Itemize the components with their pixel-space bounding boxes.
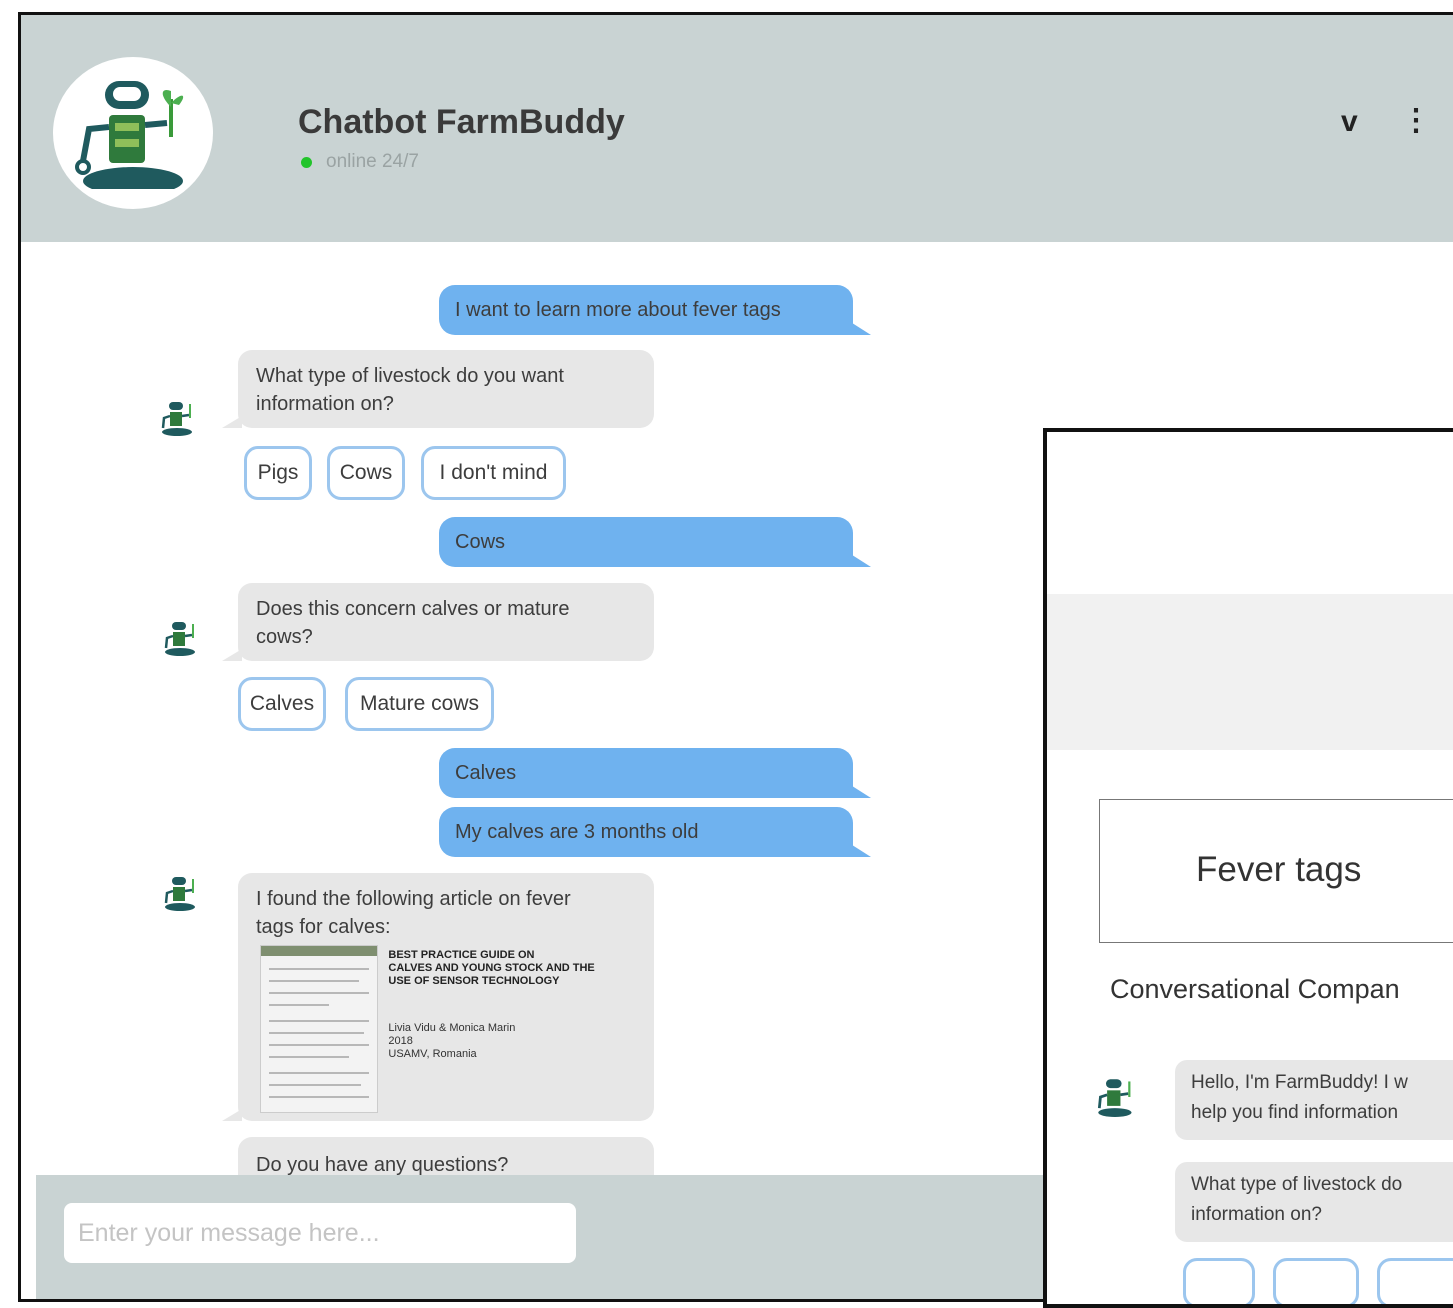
user-message: I want to learn more about fever tags <box>439 285 871 335</box>
message-text: What type of livestock do you want <box>256 365 564 387</box>
message-text: information on? <box>256 393 394 415</box>
quick-reply-dont-mind[interactable]: I don't mind <box>421 446 566 500</box>
message-text: My calves are 3 months old <box>455 820 699 843</box>
article-authors: Livia Vidu & Monica Marin <box>388 1022 516 1034</box>
user-message: My calves are 3 months old <box>439 807 871 857</box>
overlay-header-band <box>1047 594 1453 750</box>
bot-avatar-icon <box>161 402 192 436</box>
chat-header: Chatbot FarmBuddy online 24/7 v ⋮ <box>21 15 1453 242</box>
more-options-icon[interactable]: ⋮ <box>1401 103 1431 138</box>
bot-avatar-icon <box>164 877 195 911</box>
article-institution: USAMV, Romania <box>388 1048 477 1060</box>
bot-message: What type of livestock do information on… <box>1175 1162 1453 1242</box>
message-text: information on? <box>1191 1204 1322 1225</box>
quick-reply-mature-cows[interactable]: Mature cows <box>345 677 494 731</box>
message-input[interactable] <box>64 1203 576 1263</box>
article-meta: BEST PRACTICE GUIDE ON CALVES AND YOUNG … <box>388 945 635 1113</box>
message-text: cows? <box>256 626 313 648</box>
collapse-chevron-button[interactable]: v <box>1341 105 1358 139</box>
avatar <box>53 57 213 209</box>
message-text: tags for calves: <box>256 916 391 938</box>
quick-reply-chip[interactable] <box>1377 1258 1453 1304</box>
fever-tags-card[interactable]: Fever tags <box>1099 799 1453 943</box>
online-dot-icon <box>301 156 312 168</box>
bot-message: Hello, I'm FarmBuddy! I w help you find … <box>1175 1060 1453 1140</box>
quick-reply-pigs[interactable]: Pigs <box>244 446 312 500</box>
message-text: What type of livestock do <box>1191 1174 1403 1195</box>
article-year: 2018 <box>388 1035 413 1047</box>
message-text: I found the following article on fever <box>256 888 571 910</box>
bot-message-article: I found the following article on fever t… <box>222 873 654 1121</box>
overlay-screen: Fever tags Conversational Compan Hello, … <box>1043 428 1453 1308</box>
status-indicator: online 24/7 <box>301 151 419 173</box>
message-text: Does this concern calves or mature <box>256 598 570 620</box>
article-card[interactable]: BEST PRACTICE GUIDE ON CALVES AND YOUNG … <box>260 945 635 1113</box>
article-title: USE OF SENSOR TECHNOLOGY <box>388 975 560 987</box>
message-text: help you find information <box>1191 1102 1399 1123</box>
message-text: Cows <box>455 530 506 553</box>
message-text: I want to learn more about fever tags <box>455 298 781 321</box>
user-message: Cows <box>439 517 871 567</box>
article-title: CALVES AND YOUNG STOCK AND THE <box>388 962 595 974</box>
status-text: online 24/7 <box>326 151 419 172</box>
quick-reply-chip[interactable] <box>1183 1258 1255 1304</box>
article-thumbnail[interactable] <box>260 945 379 1113</box>
quick-reply-chip[interactable] <box>1273 1258 1359 1304</box>
fever-tags-title: Fever tags <box>1196 850 1362 889</box>
quick-reply-calves[interactable]: Calves <box>238 677 326 731</box>
robot-farmer-icon <box>75 81 184 189</box>
bot-avatar-icon <box>1097 1079 1132 1117</box>
quick-reply-cows[interactable]: Cows <box>327 446 405 500</box>
overlay-subtitle: Conversational Compan <box>1110 974 1400 1004</box>
bot-avatar-icon <box>164 622 195 656</box>
chat-title: Chatbot FarmBuddy <box>298 103 625 141</box>
bot-message: What type of livestock do you want infor… <box>222 350 654 428</box>
message-text: Hello, I'm FarmBuddy! I w <box>1191 1072 1408 1093</box>
bot-message: Does this concern calves or mature cows? <box>222 583 654 661</box>
article-title: BEST PRACTICE GUIDE ON <box>388 949 535 961</box>
message-text: Calves <box>455 761 517 784</box>
user-message: Calves <box>439 748 871 798</box>
